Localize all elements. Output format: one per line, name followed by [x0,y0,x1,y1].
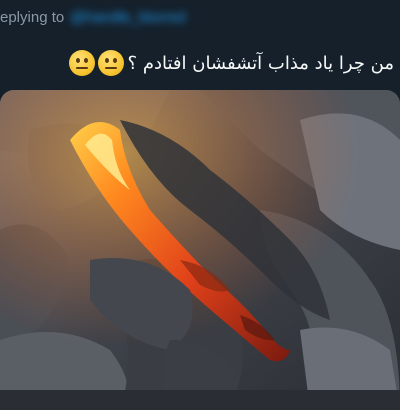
neutral-face-emoji [97,50,124,76]
neutral-face-emoji [68,50,95,76]
reply-handle-link[interactable]: @handle_blurred [70,9,185,26]
replying-to-line: eplying to @handle_blurred [0,6,186,28]
emoji-group [66,50,124,76]
tweet-text-body: من چرا یاد مذاب آتشفشان افتادم ؟ [127,52,394,74]
tweet-media-image[interactable] [0,90,400,410]
lava-photo [0,90,400,410]
replying-to-label: eplying to [0,8,65,26]
tweet-text: من چرا یاد مذاب آتشفشان افتادم ؟ [66,46,394,80]
